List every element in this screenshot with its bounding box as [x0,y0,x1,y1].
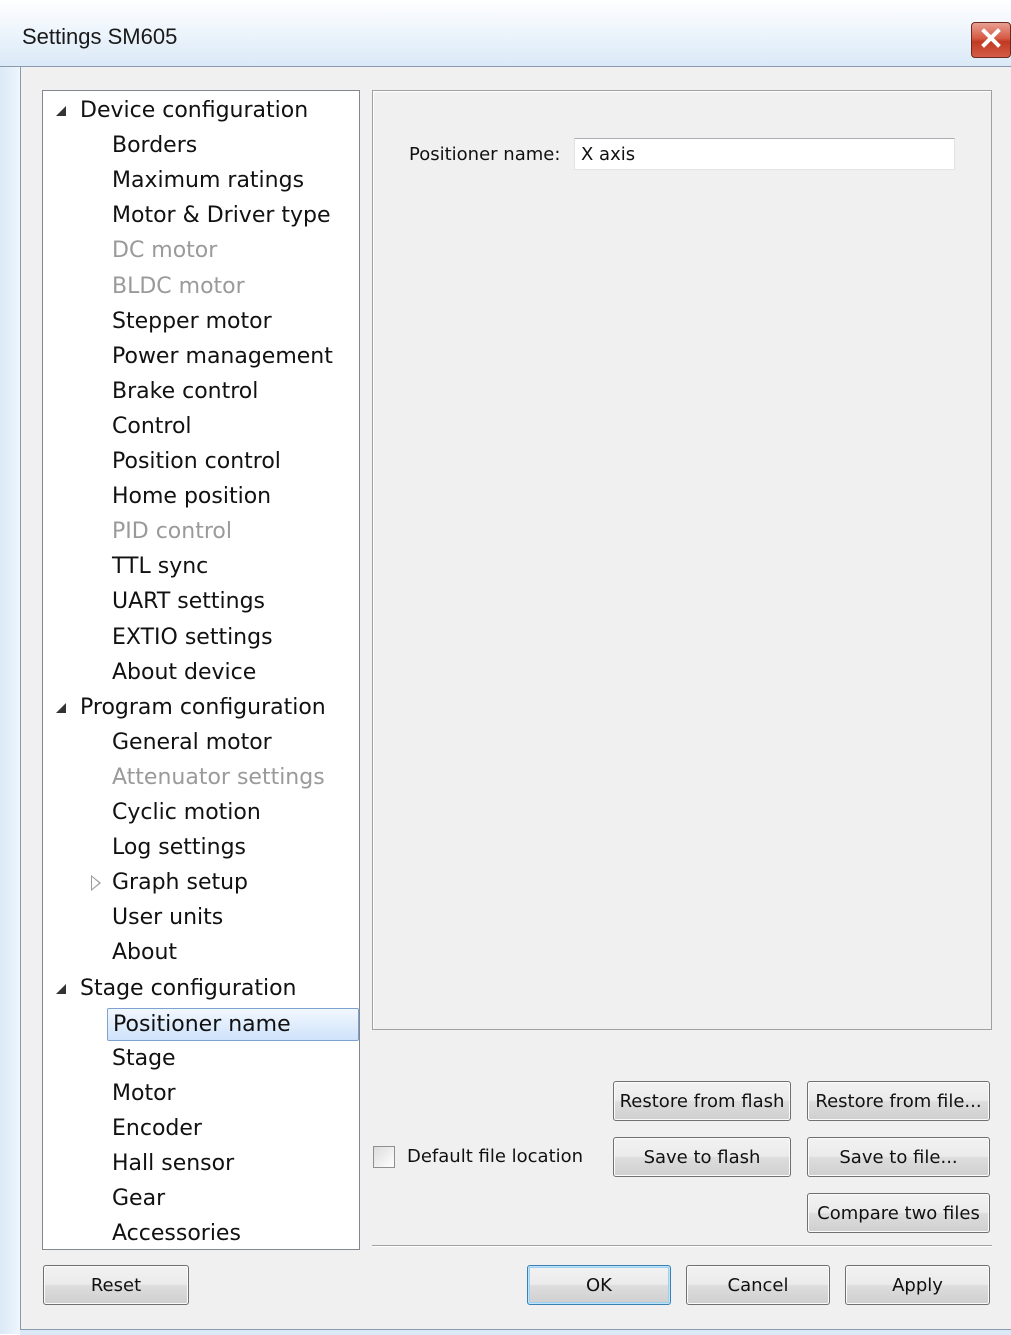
expand-arrow-icon[interactable] [56,106,66,116]
tree-item-motor-driver-type[interactable]: Motor & Driver type [112,199,331,232]
tree-item-gear[interactable]: Gear [112,1182,165,1215]
expand-arrow-icon[interactable] [56,702,66,713]
tree-item-brake-control[interactable]: Brake control [112,375,258,408]
ok-button[interactable]: OK [527,1265,671,1305]
tree-item-pid-control: PID control [112,519,232,545]
tree-item-hall-sensor[interactable]: Hall sensor [112,1147,234,1180]
collapsed-arrow-icon[interactable] [91,875,101,892]
tree-item-log-settings[interactable]: Log settings [112,831,246,864]
tree-item-accessories[interactable]: Accessories [112,1217,241,1249]
close-button[interactable] [971,22,1011,58]
expand-arrow-icon[interactable] [56,983,66,994]
tree-item-power-management[interactable]: Power management [112,340,333,373]
reset-button[interactable]: Reset [43,1265,189,1305]
tree-item-cyclic-motion[interactable]: Cyclic motion [112,796,261,829]
title-bar[interactable]: Settings SM605 [0,0,1011,67]
tree-item-home-position[interactable]: Home position [112,480,271,513]
restore-from-flash-button[interactable]: Restore from flash [613,1081,791,1121]
tree-item-maximum-ratings[interactable]: Maximum ratings [112,164,304,197]
tree-item-graph-setup[interactable]: Graph setup [112,866,248,899]
default-file-location-label: Default file location [407,1146,584,1167]
positioner-name-label: Positioner name: [409,144,561,165]
cancel-button[interactable]: Cancel [686,1265,830,1305]
tree-item-dc-motor: DC motor [112,238,218,264]
tree-item-bldc-motor: BLDC motor [112,273,245,299]
apply-button[interactable]: Apply [845,1265,990,1305]
tree-item-positioner-name[interactable]: Positioner name [107,1007,359,1041]
tree-item-borders[interactable]: Borders [112,129,197,162]
tree-item-about-device[interactable]: About device [112,656,256,689]
tree-group-program-configuration[interactable]: Program configuration [80,691,326,724]
settings-panel [372,90,992,1030]
positioner-name-input[interactable] [574,138,955,170]
window-frame-left [0,67,20,1334]
settings-tree[interactable]: Device configuration Borders Maximum ratin… [42,90,360,1250]
tree-item-uart-settings[interactable]: UART settings [112,585,265,618]
window-title: Settings SM605 [22,24,178,49]
button-separator [372,1245,992,1247]
tree-group-stage-configuration[interactable]: Stage configuration [80,972,297,1005]
tree-item-encoder[interactable]: Encoder [112,1112,202,1145]
default-file-location-checkbox[interactable] [373,1146,395,1168]
tree-item-control[interactable]: Control [112,410,192,443]
save-to-flash-button[interactable]: Save to flash [613,1137,791,1177]
settings-window: Settings SM605 Device configuration Borde… [0,0,1011,1335]
save-to-file-button[interactable]: Save to file... [807,1137,990,1177]
compare-two-files-button[interactable]: Compare two files [807,1193,990,1233]
tree-item-general-motor[interactable]: General motor [112,726,272,759]
restore-from-file-button[interactable]: Restore from file... [807,1081,990,1121]
tree-item-stage[interactable]: Stage [112,1042,176,1075]
tree-item-stepper-motor[interactable]: Stepper motor [112,305,272,338]
tree-item-position-control[interactable]: Position control [112,445,281,478]
tree-group-device-configuration[interactable]: Device configuration [80,94,308,127]
tree-item-ttl-sync[interactable]: TTL sync [112,550,208,583]
tree-item-about[interactable]: About [112,936,177,969]
tree-item-extio-settings[interactable]: EXTIO settings [112,621,273,654]
window-frame-bottom [20,1329,1011,1335]
close-icon [980,28,1002,52]
collapsed-arrow-fill [92,877,99,890]
tree-item-attenuator-settings: Attenuator settings [112,764,325,790]
tree-item-user-units[interactable]: User units [112,901,223,934]
tree-item-motor[interactable]: Motor [112,1077,176,1110]
